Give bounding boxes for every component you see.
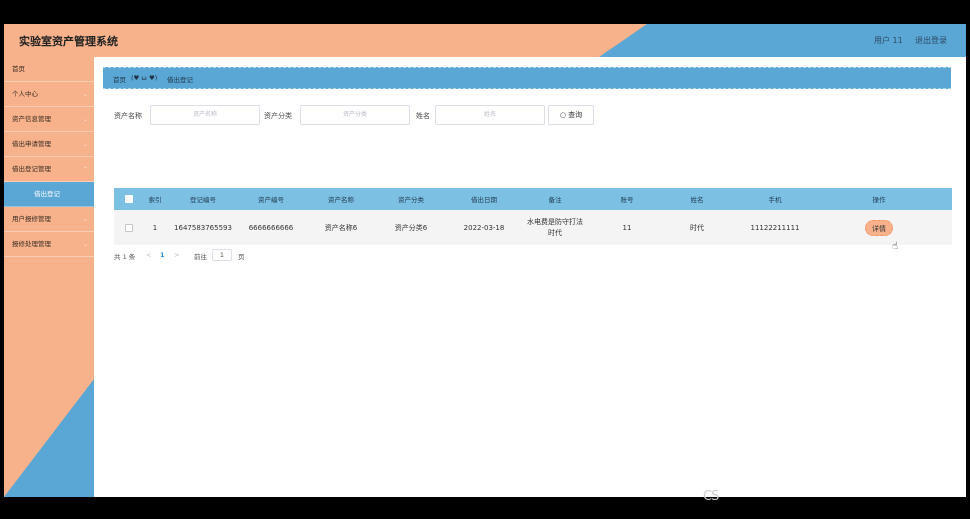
col-remark: 备注 xyxy=(548,196,562,204)
cell-reg-no: 1647583765593 xyxy=(174,223,232,232)
sidebar-accent xyxy=(4,379,94,497)
sidebar-item-label: 借出登记管理 xyxy=(12,165,51,173)
cell-name: 时代 xyxy=(690,223,704,232)
query-button[interactable]: ○ 查询 xyxy=(548,105,594,125)
search-icon: ○ xyxy=(559,111,566,119)
col-asset-name: 资产名称 xyxy=(328,196,354,204)
sidebar-item-profile[interactable]: 个人中心 ⌄ xyxy=(4,82,94,107)
detail-button[interactable]: 详情 xyxy=(865,219,893,236)
cell-lend-date: 2022-03-18 xyxy=(463,223,505,232)
chevron-down-icon: ⌄ xyxy=(82,216,88,223)
col-account: 账号 xyxy=(620,196,634,204)
cell-asset-category: 资产分类6 xyxy=(394,223,428,232)
current-user: 用户 11 xyxy=(874,36,903,45)
col-action: 操作 xyxy=(872,196,886,204)
sidebar-item-repair-handle[interactable]: 报修处理管理 ⌄ xyxy=(4,232,94,257)
main-content: 首页 (♥ ω ♥) 借出登记 资产名称 资产名称 资产分类 资产分类 姓名 姓… xyxy=(94,57,966,497)
sidebar-item-home[interactable]: 首页 xyxy=(4,57,94,82)
sidebar-item-lend-apply[interactable]: 借出申请管理 ⌄ xyxy=(4,132,94,157)
header-accent xyxy=(599,24,966,57)
table-row: 1 1647583765593 6666666666 资产名称6 资产分类6 2… xyxy=(114,210,952,252)
chevron-down-icon: ⌄ xyxy=(82,91,88,98)
breadcrumb: 首页 (♥ ω ♥) 借出登记 xyxy=(103,67,951,89)
sidebar-subitem-lend-register[interactable]: 借出登记 xyxy=(4,182,94,207)
cell-remark: 水电费是防守打法时代 xyxy=(527,217,583,237)
top-header: 实验室资产管理系统 用户 11 退出登录 xyxy=(4,24,966,57)
checkbox-box xyxy=(125,195,133,203)
col-asset-category: 资产分类 xyxy=(398,196,424,204)
col-name: 姓名 xyxy=(690,196,704,204)
pager-prev-button[interactable]: < xyxy=(146,251,151,259)
name-label: 姓名 xyxy=(416,112,430,120)
app-title: 实验室资产管理系统 xyxy=(19,35,118,48)
chevron-down-icon: ⌄ xyxy=(82,116,88,123)
sidebar-item-label: 借出登记 xyxy=(34,190,60,198)
pager-total: 共 1 条 xyxy=(114,253,136,261)
breadcrumb-home[interactable]: 首页 xyxy=(113,74,126,84)
sidebar-item-label: 资产信息管理 xyxy=(12,115,51,123)
breadcrumb-current: 借出登记 xyxy=(167,76,193,84)
sidebar-item-label: 报修处理管理 xyxy=(12,240,51,248)
cell-action: 详情 xyxy=(816,210,942,245)
pager-goto-input[interactable]: 1 xyxy=(212,249,232,261)
table-header: 索引 登记编号 资产编号 资产名称 资产分类 借出日期 备注 账号 姓名 手机 … xyxy=(114,188,952,210)
asset-category-label: 资产分类 xyxy=(264,112,292,120)
app-window: 实验室资产管理系统 用户 11 退出登录 首页 个人中心 ⌄ 资产信息管理 ⌄ 借出… xyxy=(4,24,966,497)
sidebar-item-asset-info[interactable]: 资产信息管理 ⌄ xyxy=(4,107,94,132)
sidebar: 首页 个人中心 ⌄ 资产信息管理 ⌄ 借出申请管理 ⌄ 借出登记管理 ⌃ 借出登记 用户… xyxy=(4,57,94,497)
bottom-black-bar xyxy=(0,497,970,519)
sidebar-item-label: 用户报修管理 xyxy=(12,215,51,223)
col-index: 索引 xyxy=(148,196,162,204)
hand-cursor-icon: ☝ xyxy=(892,241,899,252)
name-input[interactable]: 姓名 xyxy=(435,105,545,125)
cell-asset-no: 6666666666 xyxy=(248,223,294,232)
sidebar-item-lend-register[interactable]: 借出登记管理 ⌃ xyxy=(4,157,94,182)
chevron-down-icon: ⌄ xyxy=(82,141,88,148)
col-lend-date: 借出日期 xyxy=(471,196,497,204)
sidebar-item-label: 首页 xyxy=(12,65,25,73)
pager-goto-label: 前往 xyxy=(194,253,207,261)
pager-page-1[interactable]: 1 xyxy=(160,251,165,259)
cell-phone: 11122211111 xyxy=(750,223,800,232)
col-asset-no: 资产编号 xyxy=(258,196,284,204)
pager-next-button[interactable]: > xyxy=(174,251,179,259)
asset-category-input[interactable]: 资产分类 xyxy=(300,105,410,125)
breadcrumb-separator: (♥ ω ♥) xyxy=(131,74,158,82)
sidebar-item-label: 借出申请管理 xyxy=(12,140,51,148)
chevron-up-icon: ⌃ xyxy=(82,166,88,173)
video-frame: 实验室资产管理系统 用户 11 退出登录 首页 个人中心 ⌄ 资产信息管理 ⌄ 借出… xyxy=(0,0,970,519)
logout-link[interactable]: 退出登录 xyxy=(915,35,947,46)
cell-asset-name: 资产名称6 xyxy=(324,223,358,232)
query-button-label: 查询 xyxy=(568,111,583,119)
select-all-checkbox[interactable] xyxy=(122,188,136,210)
chevron-down-icon: ⌄ xyxy=(82,241,88,248)
col-phone: 手机 xyxy=(768,196,782,204)
sidebar-item-label: 个人中心 xyxy=(12,90,38,98)
asset-name-label: 资产名称 xyxy=(114,112,142,120)
cell-account: 11 xyxy=(622,223,632,232)
detail-button-label: 详情 xyxy=(872,224,886,233)
cell-index: 1 xyxy=(152,223,158,232)
checkbox-box xyxy=(125,223,133,232)
col-reg-no: 登记编号 xyxy=(190,196,216,204)
asset-name-input[interactable]: 资产名称 xyxy=(150,105,260,125)
watermark-logo: CS xyxy=(703,489,719,504)
row-checkbox[interactable] xyxy=(122,210,136,245)
sidebar-item-user-repair[interactable]: 用户报修管理 ⌄ xyxy=(4,207,94,232)
pager-page-unit: 页 xyxy=(238,253,245,261)
